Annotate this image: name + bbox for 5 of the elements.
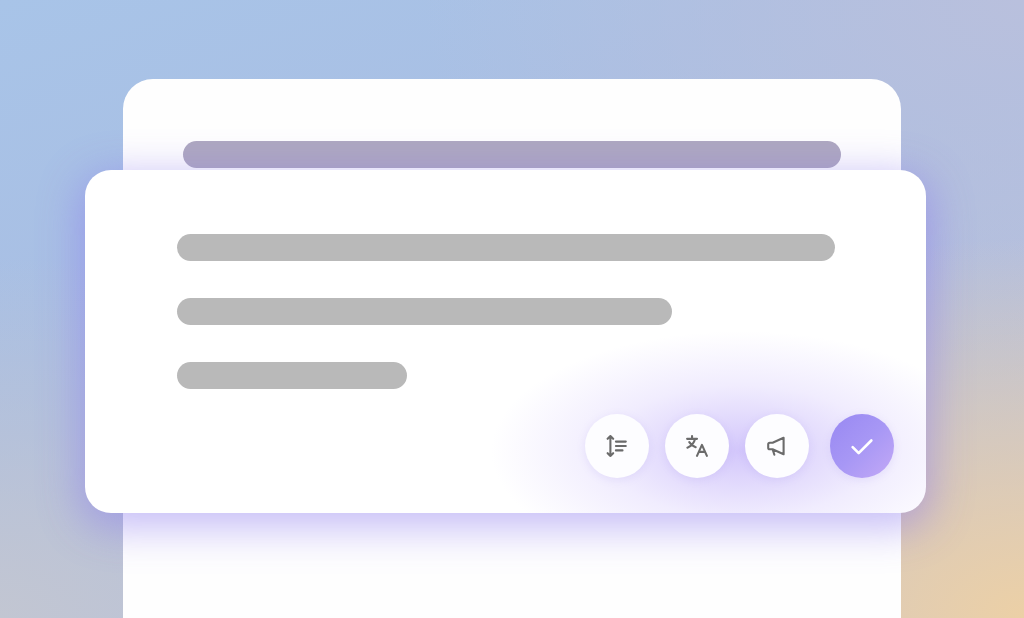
- translate-icon: [686, 435, 708, 457]
- megaphone-icon: [766, 435, 788, 457]
- line-spacing-icon: [606, 435, 628, 457]
- confirm-button[interactable]: [830, 414, 894, 478]
- check-icon: [850, 436, 874, 456]
